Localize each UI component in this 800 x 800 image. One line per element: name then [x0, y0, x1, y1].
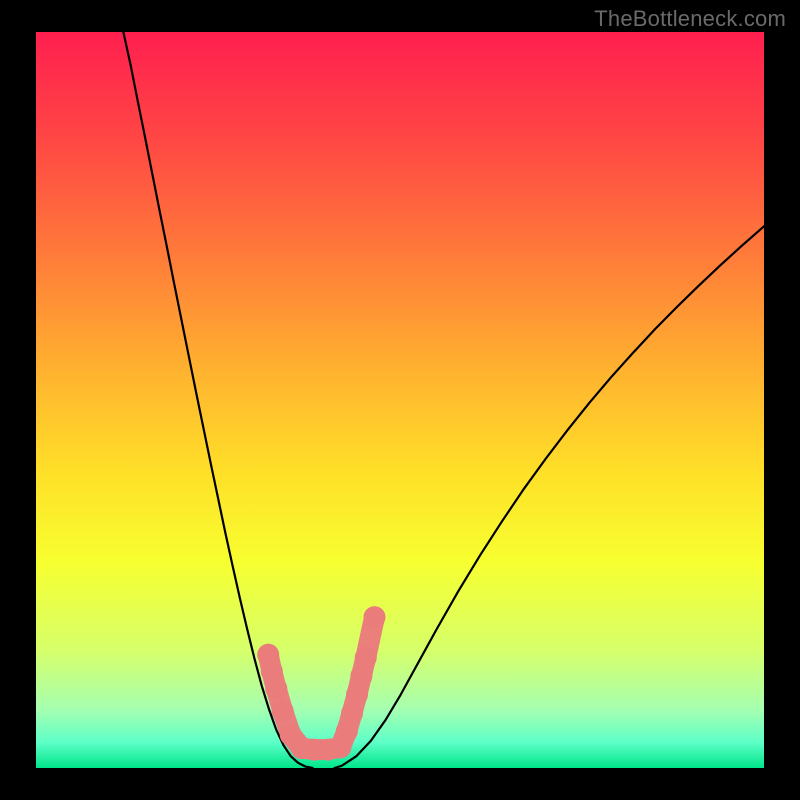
marker-dot — [346, 683, 368, 705]
chart-stage: TheBottleneck.com — [0, 0, 800, 800]
marker-dot — [364, 606, 386, 628]
green-band — [36, 742, 764, 768]
marker-dot — [265, 678, 287, 700]
marker-dot — [350, 665, 372, 687]
marker-dot — [355, 647, 377, 669]
marker-dot — [272, 700, 294, 722]
watermark-text: TheBottleneck.com — [594, 6, 786, 32]
marker-dot — [341, 703, 363, 725]
chart-svg — [0, 0, 800, 800]
